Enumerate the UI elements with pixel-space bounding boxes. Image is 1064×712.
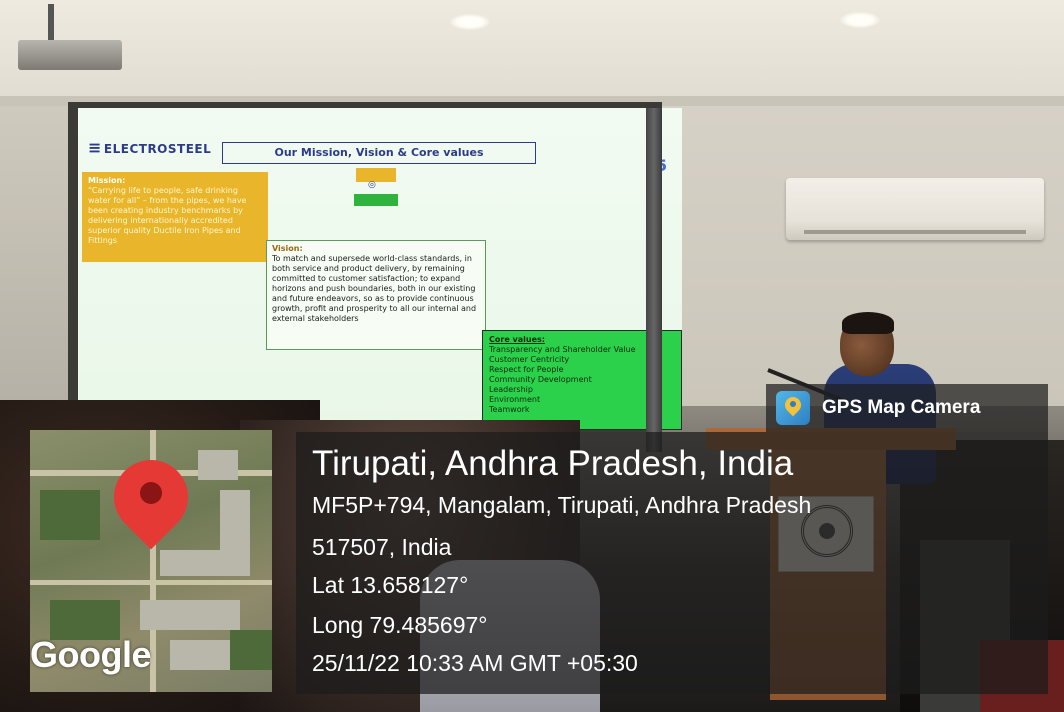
ceiling-light [450, 14, 490, 30]
mission-text: “Carrying life to people, safe drinking … [88, 186, 247, 245]
target-icon: ◎ [368, 180, 376, 190]
ceiling-light [840, 12, 880, 28]
address-line-2: 517507, India [312, 534, 452, 560]
longitude: Long 79.485697° [312, 612, 488, 638]
slide-title: Our Mission, Vision & Core values [222, 142, 536, 164]
photo-scene: ≡ ELECTROSTEEL Our Mission, Vision & Core… [0, 0, 1064, 712]
wall-left [0, 106, 70, 436]
gps-app-name: GPS Map Camera [822, 397, 981, 418]
screen-pole [646, 108, 662, 452]
vision-box: Vision: To match and supersede world-cla… [266, 240, 486, 350]
projector [4, 4, 122, 70]
location-title: Tirupati, Andhra Pradesh, India [312, 444, 794, 483]
ceiling [0, 0, 1064, 96]
latitude: Lat 13.658127° [312, 572, 469, 598]
map-pin-icon [98, 444, 204, 564]
slide-logo: ≡ ELECTROSTEEL [88, 138, 212, 157]
timestamp: 25/11/22 10:33 AM GMT +05:30 [312, 650, 638, 676]
projected-slide: ≡ ELECTROSTEEL Our Mission, Vision & Core… [78, 108, 682, 430]
electrosteel-logo-icon: ≡ [88, 138, 102, 157]
mission-heading: Mission: [88, 176, 126, 185]
gps-map-camera-icon [776, 391, 810, 425]
vision-text: To match and supersede world-class stand… [272, 254, 477, 323]
diagram-box-green [354, 194, 398, 206]
gps-app-badge: GPS Map Camera [766, 384, 1048, 432]
mission-box: Mission: “Carrying life to people, safe … [82, 172, 268, 262]
google-logo: Google [30, 634, 152, 675]
vision-heading: Vision: [272, 244, 303, 253]
diagram-box-yellow [356, 168, 396, 182]
air-conditioner [786, 178, 1044, 240]
speaker-hair [842, 312, 894, 334]
address-line-1: MF5P+794, Mangalam, Tirupati, Andhra Pra… [312, 492, 812, 518]
